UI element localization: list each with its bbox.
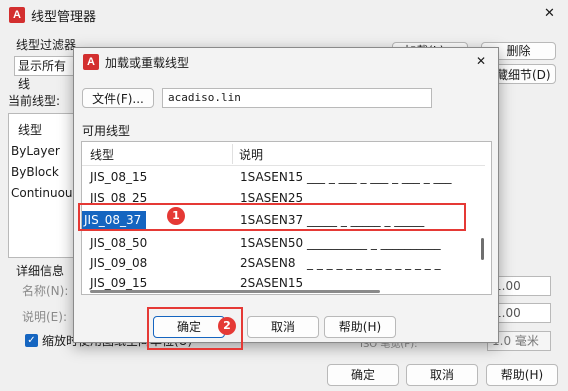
- close-icon[interactable]: ✕: [544, 6, 555, 21]
- paper-space-units-checkbox[interactable]: ✓: [25, 334, 38, 347]
- horizontal-scrollbar-thumb[interactable]: [90, 290, 380, 293]
- linetype-list[interactable]: 线型 ByLayer ByBlock Continuous: [8, 113, 79, 258]
- filter-label: 线型过滤器: [16, 38, 77, 52]
- list-item[interactable]: Continuous: [11, 186, 79, 200]
- row-pattern: _ _ _ _ _ _ _ _ _ _ _ _ _ _: [307, 256, 441, 270]
- load-linetype-dialog: A 加载或重载线型 ✕ 文件(F)... acadiso.lin 可用线型 线型…: [73, 47, 499, 350]
- row-pattern: ___ _ ___ _ ___ _ ___ _ ___: [307, 170, 452, 184]
- current-linetype-label: 当前线型:: [8, 94, 61, 108]
- cancel-button[interactable]: 取消: [406, 364, 478, 386]
- dialog-help-button[interactable]: 帮助(H): [324, 316, 396, 338]
- vertical-scrollbar-thumb[interactable]: [481, 238, 484, 260]
- dialog-title: 加载或重载线型: [105, 56, 190, 70]
- dialog-cancel-button[interactable]: 取消: [247, 316, 319, 338]
- filter-select[interactable]: 显示所有线: [14, 56, 78, 91]
- available-linetypes-label: 可用线型: [82, 124, 131, 138]
- name-label: 名称(N):: [22, 284, 69, 298]
- row-linetype: JIS_08_15: [90, 170, 148, 184]
- description-label: 说明(E):: [22, 310, 67, 324]
- list-header-linetype: 线型: [18, 123, 43, 137]
- row-pattern: __________ _ __________: [307, 236, 441, 250]
- details-label: 详细信息: [16, 264, 65, 278]
- col-header-description[interactable]: 说明: [239, 146, 263, 163]
- autocad-app-icon: A: [83, 54, 99, 70]
- col-header-linetype[interactable]: 线型: [90, 146, 114, 163]
- row-linetype: JIS_09_08: [90, 256, 148, 270]
- close-icon[interactable]: ✕: [476, 54, 486, 68]
- file-path-field[interactable]: acadiso.lin: [162, 88, 432, 108]
- col-divider: [232, 144, 233, 164]
- table-row[interactable]: JIS_08_15 1SASEN15 ___ _ ___ _ ___ _ ___…: [82, 167, 482, 187]
- list-item[interactable]: ByBlock: [11, 165, 59, 179]
- help-button[interactable]: 帮助(H): [486, 364, 558, 386]
- annotation-highlight-row: [78, 203, 466, 231]
- list-header: 线型 说明: [82, 142, 485, 166]
- list-item[interactable]: ByLayer: [11, 144, 60, 158]
- window-title: 线型管理器: [31, 10, 97, 25]
- annotation-badge-1: 1: [167, 207, 185, 225]
- autocad-app-icon: A: [9, 7, 25, 23]
- row-code: 2SASEN8: [240, 256, 296, 270]
- row-code: 1SASEN50: [240, 236, 304, 250]
- table-row[interactable]: JIS_08_50 1SASEN50 __________ _ ________…: [82, 233, 482, 253]
- row-code: 1SASEN15: [240, 170, 304, 184]
- ok-button[interactable]: 确定: [327, 364, 399, 386]
- row-linetype: JIS_08_50: [90, 236, 148, 250]
- file-button[interactable]: 文件(F)...: [82, 88, 154, 108]
- table-row[interactable]: JIS_09_08 2SASEN8 _ _ _ _ _ _ _ _ _ _ _ …: [82, 253, 482, 273]
- annotation-badge-2: 2: [218, 317, 236, 335]
